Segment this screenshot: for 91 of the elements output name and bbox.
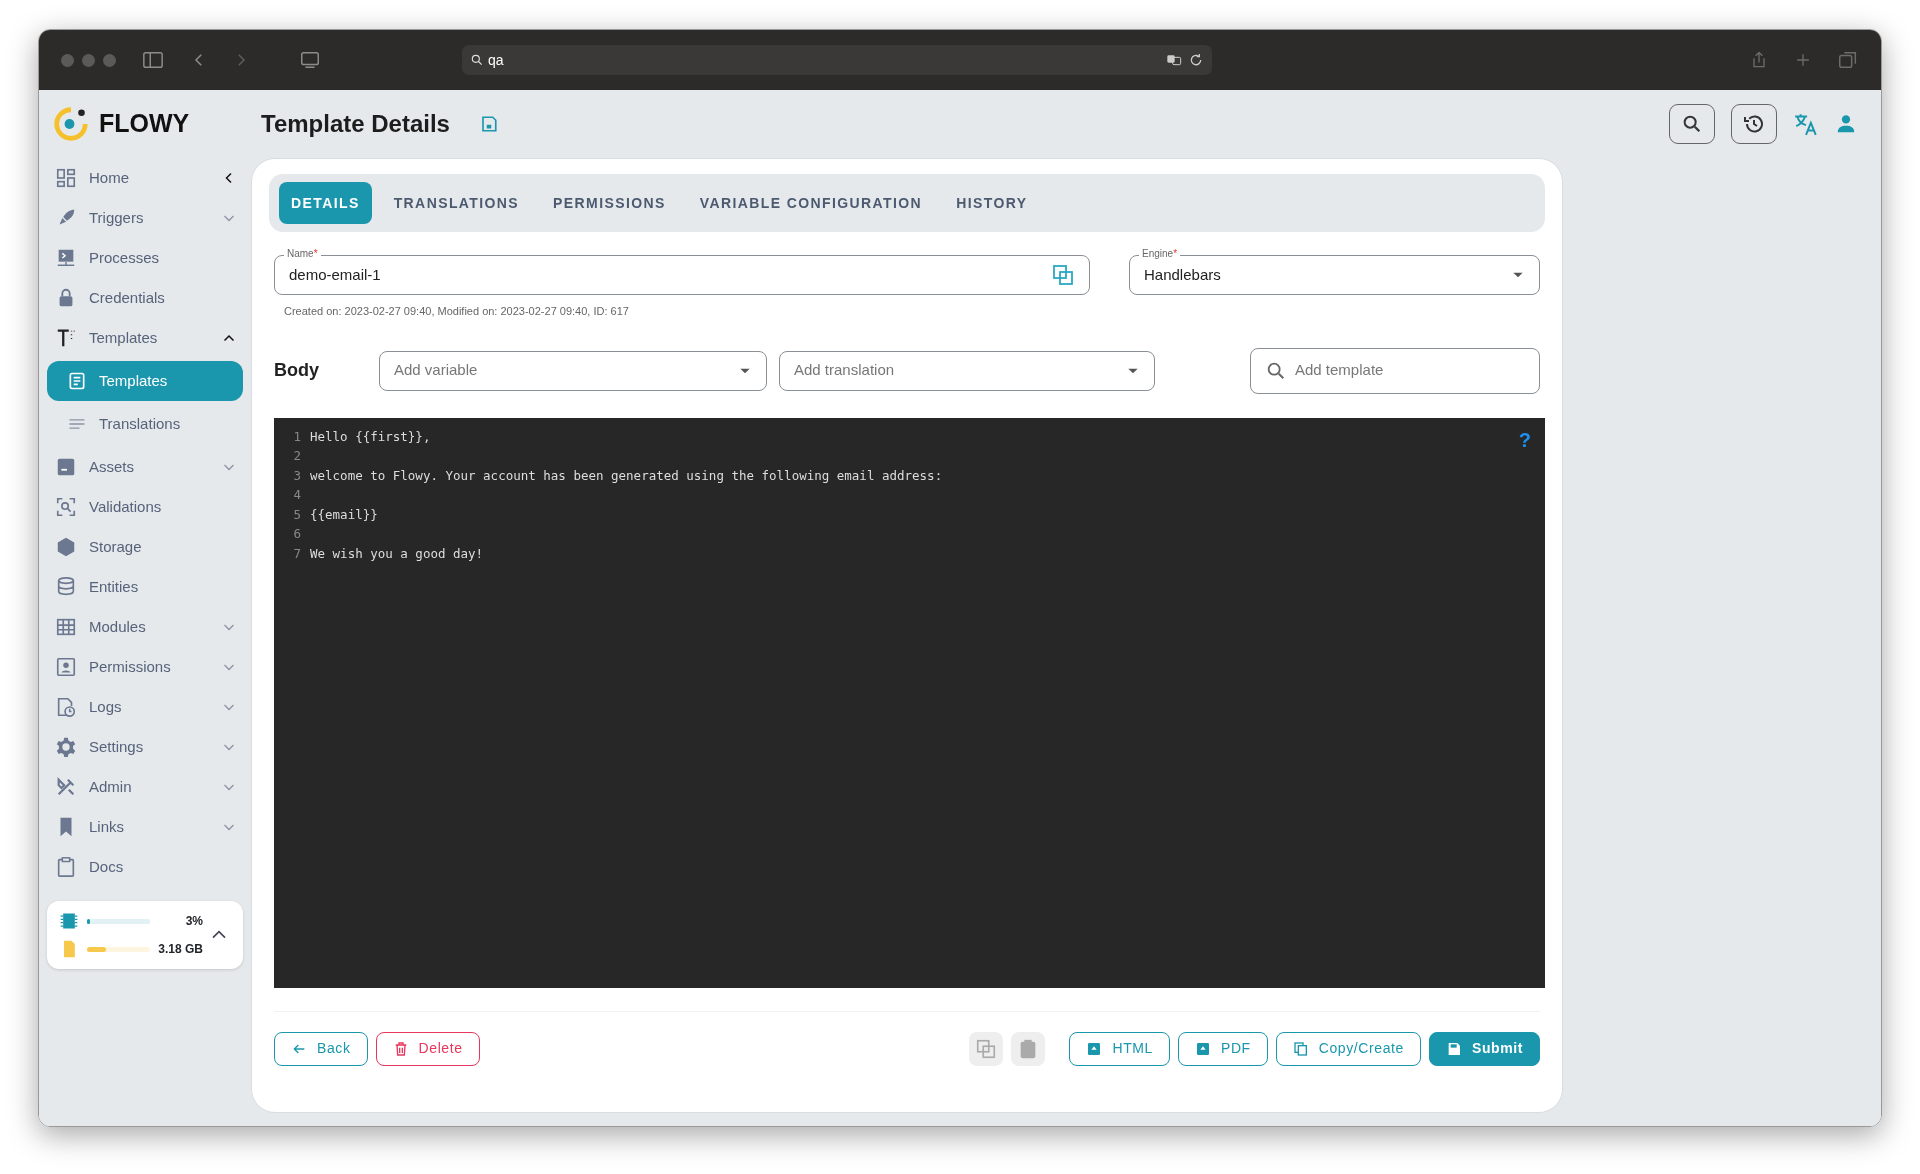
copy-icon (975, 1037, 998, 1060)
tools-icon (55, 776, 77, 798)
database-icon (55, 576, 77, 598)
address-text: qa (488, 50, 504, 70)
sidebar-item[interactable]: Credentials (47, 278, 243, 318)
box-icon (55, 456, 77, 478)
address-bar[interactable]: qa (462, 45, 1212, 75)
sidebar-subitem[interactable]: Translations (47, 404, 243, 444)
tab[interactable]: DETAILS (279, 182, 372, 224)
chip-icon (59, 911, 79, 931)
variable-select[interactable]: Add variable (379, 350, 767, 391)
copy-create-button[interactable]: Copy/Create (1275, 1031, 1421, 1066)
sidebar-item[interactable]: Logs (47, 687, 243, 727)
sidebar-item[interactable]: Admin (47, 767, 243, 807)
window-control-dot (103, 53, 116, 67)
line-number: 7 (292, 544, 302, 563)
translation-select[interactable]: Add translation (779, 350, 1155, 391)
field-value: demo-email-1 (289, 264, 381, 285)
search-icon (1681, 113, 1703, 135)
tabs-icon[interactable] (1837, 49, 1859, 71)
reload-icon[interactable] (1188, 52, 1204, 68)
field-value: Handlebars (1144, 264, 1221, 285)
history-icon (1742, 112, 1766, 136)
logo-icon (53, 106, 89, 142)
sidebar-toggle-icon[interactable] (140, 49, 166, 71)
file-clock-icon (55, 696, 77, 718)
sidebar-item[interactable]: Home (47, 158, 243, 198)
tab[interactable]: HISTORY (944, 182, 1040, 224)
usage-reading: 3% (184, 913, 203, 930)
line-number: 1 (292, 427, 302, 446)
window-control-dot (61, 53, 74, 67)
export-icon (1086, 1040, 1103, 1057)
export-icon (1194, 1040, 1211, 1057)
sidebar-item[interactable]: Validations (47, 487, 243, 527)
search-button[interactable] (1669, 104, 1715, 144)
usage-reading: 3.18 GB (158, 941, 203, 958)
body-label: Body (274, 359, 320, 382)
line-number: 6 (292, 525, 302, 544)
tab-overview-icon[interactable] (298, 49, 322, 71)
dashboard-icon (55, 167, 77, 189)
sidebar-item[interactable]: Entities (47, 567, 243, 607)
user-icon[interactable] (1835, 113, 1857, 135)
tab[interactable]: PERMISSIONS (541, 182, 678, 224)
terminal-icon (55, 247, 77, 269)
id-card-icon (55, 656, 77, 678)
metadata-text: Created on: 2023-02-27 09:40, Modified on: 2023-02-27 09:40, ID: 617 (284, 304, 630, 319)
sidebar-item[interactable]: Modules (47, 607, 243, 647)
line-number: 4 (292, 486, 302, 505)
clipboard-icon (55, 856, 77, 878)
copy-icon (1292, 1040, 1309, 1057)
sidebar-subitem[interactable]: Templates (47, 361, 243, 401)
sidebar-item[interactable]: Templates (47, 318, 243, 358)
page-title: Template Details (261, 109, 450, 139)
sidebar-item[interactable]: Links (47, 807, 243, 847)
export-button[interactable]: HTML (1069, 1031, 1170, 1066)
logo-text: FLOWY (99, 108, 190, 140)
tab[interactable]: VARIABLE CONFIGURATION (687, 182, 935, 224)
field-label: Engine* (1139, 247, 1181, 261)
submit-button[interactable]: Submit (1428, 1031, 1540, 1066)
delete-button[interactable]: Delete (375, 1031, 480, 1066)
code-line: {{email}} (310, 505, 378, 524)
tab[interactable]: TRANSLATIONS (381, 182, 532, 224)
back-button[interactable]: Back (274, 1031, 368, 1066)
export-button[interactable]: PDF (1177, 1031, 1268, 1066)
save-icon[interactable] (479, 115, 498, 133)
code-line: welcome to Flowy. Your account has been generated using the following email address: (310, 466, 943, 485)
line-number: 3 (292, 466, 302, 485)
translate-icon[interactable] (1793, 111, 1819, 137)
code-line: We wish you a good day! (310, 544, 484, 563)
sidebar-item[interactable]: Docs (47, 847, 243, 887)
history-button[interactable] (1731, 104, 1777, 144)
sidebar-item[interactable]: Triggers (47, 198, 243, 238)
sidebar-item[interactable]: Processes (47, 238, 243, 278)
help-link[interactable]: ? (1518, 429, 1531, 450)
sidebar-item[interactable]: Permissions (47, 647, 243, 687)
text-icon (55, 327, 77, 349)
template-search-field[interactable]: Add template (1250, 347, 1540, 394)
window-control-dot (82, 53, 95, 67)
scan-icon (55, 496, 77, 518)
settings-icon (55, 736, 77, 758)
copy-icon[interactable] (1051, 263, 1075, 287)
translate-icon (1164, 52, 1184, 68)
sidebar-item[interactable]: Assets (47, 447, 243, 487)
code-line: Hello {{first}}, (310, 427, 431, 446)
line-number: 2 (292, 447, 302, 466)
search-icon (470, 53, 484, 67)
grid-icon (55, 616, 77, 638)
sidebar-item[interactable]: Storage (47, 527, 243, 567)
document-icon (67, 371, 87, 391)
sidebar-item[interactable]: Settings (47, 727, 243, 767)
line-number: 5 (292, 505, 302, 524)
